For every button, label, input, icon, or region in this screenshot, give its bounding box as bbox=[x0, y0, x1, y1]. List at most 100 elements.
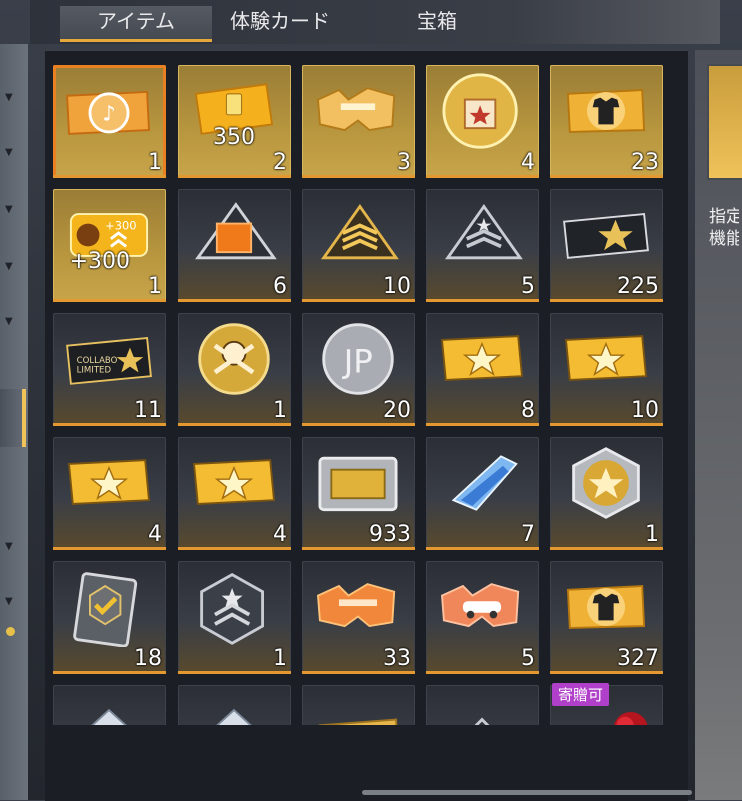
hexagon-rank-badge-icon bbox=[200, 572, 264, 645]
chevron-down-icon[interactable]: ▼ bbox=[5, 596, 13, 607]
svg-text:+300: +300 bbox=[105, 218, 136, 232]
item-count: 1 bbox=[148, 274, 162, 299]
chevron-down-icon[interactable]: ▼ bbox=[5, 541, 13, 552]
item-amount: +300 bbox=[69, 249, 130, 274]
item-count: 5 bbox=[521, 274, 535, 299]
rarity-line bbox=[426, 547, 539, 550]
inventory-item[interactable]: 10 bbox=[550, 313, 663, 426]
item-count: 8 bbox=[521, 398, 535, 423]
rarity-line bbox=[53, 671, 166, 674]
chevron-down-icon[interactable]: ▼ bbox=[5, 261, 13, 272]
partial-ticket-icon bbox=[318, 718, 398, 725]
rarity-line bbox=[178, 299, 291, 302]
inventory-item[interactable]: 7 bbox=[426, 437, 539, 550]
inventory-item[interactable]: 8 bbox=[426, 313, 539, 426]
tab-chests[interactable]: 宝箱 bbox=[417, 6, 457, 42]
gun-puzzle-ticket-icon bbox=[316, 87, 396, 132]
tab-items[interactable]: アイテム bbox=[60, 6, 212, 42]
rarity-line bbox=[178, 547, 291, 550]
tab-trial-cards[interactable]: 体験カード bbox=[230, 6, 330, 42]
rarity-line bbox=[302, 299, 415, 302]
item-count: 2 bbox=[273, 150, 287, 175]
rarity-line bbox=[550, 175, 663, 178]
rarity-line bbox=[302, 671, 415, 674]
rarity-line bbox=[550, 547, 663, 550]
inventory-item[interactable]: 5 bbox=[426, 561, 539, 674]
inventory-item[interactable]: 33 bbox=[302, 561, 415, 674]
item-count: 10 bbox=[631, 398, 659, 423]
inventory-item[interactable]: 5 bbox=[426, 189, 539, 302]
rarity-line bbox=[53, 175, 166, 178]
inventory-item[interactable]: 18 bbox=[53, 561, 166, 674]
inventory-item[interactable]: 4 bbox=[426, 65, 539, 178]
inventory-item[interactable]: 225 bbox=[550, 189, 663, 302]
description-line: 機能 bbox=[709, 229, 739, 249]
inventory-item[interactable]: 6 bbox=[178, 189, 291, 302]
rarity-line bbox=[178, 671, 291, 674]
rail-selected-item[interactable] bbox=[0, 389, 28, 447]
tab-label: 体験カード bbox=[230, 9, 330, 33]
tab-label: 宝箱 bbox=[417, 9, 457, 33]
inventory-item[interactable]: 933 bbox=[302, 437, 415, 550]
tshirt-ticket-icon bbox=[566, 89, 646, 133]
gold-star-ticket-icon bbox=[440, 335, 524, 381]
partial-rank-icon bbox=[474, 717, 490, 725]
tshirt-ticket-icon bbox=[566, 585, 646, 629]
item-preview bbox=[707, 64, 742, 180]
gold-star-ticket-icon bbox=[564, 335, 648, 381]
inventory-item[interactable]: 3 bbox=[302, 65, 415, 178]
tab-bar: アイテム 体験カード 宝箱 bbox=[30, 0, 720, 44]
inventory-item[interactable]: 1 bbox=[550, 437, 663, 550]
item-count: 1 bbox=[645, 522, 659, 547]
notification-dot bbox=[6, 627, 15, 636]
silver-rank-icon bbox=[444, 203, 523, 260]
inventory-item[interactable]: ♪ 1 bbox=[53, 65, 166, 178]
inventory-item[interactable]: +300 +300 1 bbox=[53, 189, 166, 302]
inventory-item[interactable]: 10 bbox=[302, 189, 415, 302]
inventory-item[interactable]: JP 20 bbox=[302, 313, 415, 426]
inventory-item[interactable] bbox=[302, 685, 415, 725]
rarity-line bbox=[426, 423, 539, 426]
chevron-down-icon[interactable]: ▼ bbox=[5, 92, 13, 103]
rarity-line bbox=[302, 175, 415, 178]
inventory-item[interactable]: 1 bbox=[178, 561, 291, 674]
shop-bag-coin-icon bbox=[442, 73, 518, 149]
rarity-line bbox=[53, 423, 166, 426]
rarity-line bbox=[178, 175, 291, 178]
inventory-item[interactable]: 350 2 bbox=[178, 65, 291, 178]
svg-text:COLLABO: COLLABO bbox=[77, 356, 118, 366]
item-count: 3 bbox=[397, 150, 411, 175]
tab-label: アイテム bbox=[97, 9, 175, 33]
active-tab-indicator bbox=[60, 39, 212, 42]
inventory-item[interactable]: 23 bbox=[550, 65, 663, 178]
item-count: 4 bbox=[148, 522, 162, 547]
gold-star-ticket-icon bbox=[67, 459, 151, 505]
chevron-down-icon[interactable]: ▼ bbox=[5, 316, 13, 327]
rarity-line bbox=[550, 671, 663, 674]
inventory-item[interactable]: 327 bbox=[550, 561, 663, 674]
item-amount: 350 bbox=[213, 125, 255, 150]
svg-text:LIMITED: LIMITED bbox=[77, 365, 112, 375]
inventory-item[interactable]: 1 bbox=[178, 313, 291, 426]
category-rail: ▼ ▼ ▼ ▼ ▼ ▼ ▼ bbox=[0, 44, 28, 800]
description-line: 指定 bbox=[709, 207, 739, 227]
inventory-item[interactable]: 4 bbox=[53, 437, 166, 550]
item-count: 10 bbox=[383, 274, 411, 299]
inventory-item[interactable]: 寄贈可 bbox=[550, 683, 663, 725]
item-count: 327 bbox=[617, 646, 659, 671]
chevron-down-icon[interactable]: ▼ bbox=[5, 204, 13, 215]
inventory-item[interactable] bbox=[178, 685, 291, 725]
scrollbar[interactable] bbox=[362, 790, 692, 795]
chevron-down-icon[interactable]: ▼ bbox=[5, 147, 13, 158]
inventory-item[interactable] bbox=[53, 685, 166, 725]
item-count: 6 bbox=[273, 274, 287, 299]
inventory-item[interactable]: COLLABO LIMITED 11 bbox=[53, 313, 166, 426]
inventory-panel: ♪ 1 350 2 3 4 23 +300 +300 1 6 10 5 225 COLLABO LIMITED… bbox=[45, 50, 692, 801]
selection-bar bbox=[22, 389, 26, 447]
item-count: 7 bbox=[521, 522, 535, 547]
star-emblem-badge-icon bbox=[572, 447, 640, 519]
rarity-line bbox=[302, 547, 415, 550]
inventory-item[interactable]: 4 bbox=[178, 437, 291, 550]
rarity-line bbox=[550, 299, 663, 302]
inventory-item[interactable] bbox=[426, 685, 539, 725]
